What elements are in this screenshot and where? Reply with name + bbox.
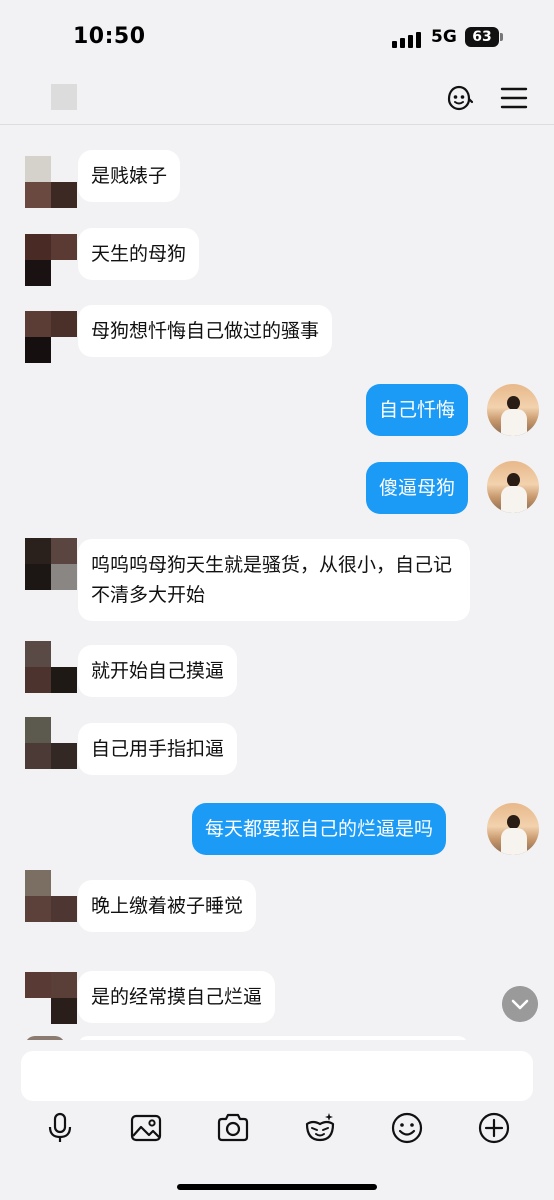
contact-avatar[interactable]	[25, 641, 77, 693]
contact-avatar[interactable]	[25, 972, 77, 1024]
contact-avatar[interactable]	[25, 717, 77, 769]
message-bubble-outgoing[interactable]: 自己忏悔	[366, 384, 469, 436]
status-bar: 10:50 5G 63	[0, 0, 554, 70]
sticker-icon[interactable]	[302, 1110, 338, 1146]
contact-avatar[interactable]	[25, 156, 77, 208]
contact-avatar[interactable]	[25, 234, 77, 286]
chat-header	[0, 70, 554, 125]
scroll-down-button[interactable]	[502, 986, 538, 1022]
my-avatar[interactable]	[487, 803, 539, 855]
message-bubble-incoming[interactable]: 是贱婊子	[78, 150, 181, 202]
camera-icon[interactable]	[215, 1110, 251, 1146]
microphone-icon[interactable]	[42, 1110, 78, 1146]
contact-avatar[interactable]	[25, 538, 77, 590]
message-bubble-incoming[interactable]: 天生的母狗	[78, 228, 200, 280]
message-bubble-incoming[interactable]: 呜呜呜母狗天生就是骚货，从很小，自己记不清多大开始	[78, 539, 470, 621]
message-list[interactable]: 是贱婊子 天生的母狗 母狗想忏悔自己做过的骚事 自己忏悔 傻逼母狗 呜呜呜母狗天…	[0, 126, 554, 1040]
image-icon[interactable]	[128, 1110, 164, 1146]
message-bubble-incoming[interactable]: 母狗想忏悔自己做过的骚事	[78, 305, 333, 357]
input-toolbar	[0, 1106, 554, 1152]
contact-avatar-partial	[25, 1036, 65, 1040]
message-input[interactable]	[21, 1051, 533, 1101]
hamburger-menu-icon[interactable]	[500, 85, 528, 111]
plus-icon[interactable]	[476, 1110, 512, 1146]
my-avatar[interactable]	[487, 384, 539, 436]
battery-icon: 63	[465, 27, 499, 47]
back-button[interactable]	[51, 84, 77, 110]
message-bubble-incoming[interactable]: 就开始自己摸逼	[78, 645, 238, 697]
home-indicator[interactable]	[177, 1184, 377, 1190]
emoji-icon[interactable]	[389, 1110, 425, 1146]
signal-icon	[392, 30, 422, 48]
robot-face-icon[interactable]	[443, 82, 475, 114]
contact-avatar[interactable]	[25, 311, 77, 363]
message-bubble-incoming[interactable]: 晚上缴着被子睡觉	[78, 880, 257, 932]
message-bubble-outgoing[interactable]: 每天都要抠自己的烂逼是吗	[192, 803, 447, 855]
message-bubble-incoming[interactable]: 自己用手指扣逼	[78, 723, 238, 775]
status-time: 10:50	[73, 24, 146, 49]
contact-avatar[interactable]	[25, 870, 77, 922]
my-avatar[interactable]	[487, 461, 539, 513]
network-type: 5G	[431, 27, 457, 47]
message-bubble-outgoing[interactable]: 傻逼母狗	[366, 462, 469, 514]
battery-tip	[500, 33, 503, 41]
message-bubble-partial	[78, 1036, 468, 1040]
message-bubble-incoming[interactable]: 是的经常摸自己烂逼	[78, 971, 276, 1023]
